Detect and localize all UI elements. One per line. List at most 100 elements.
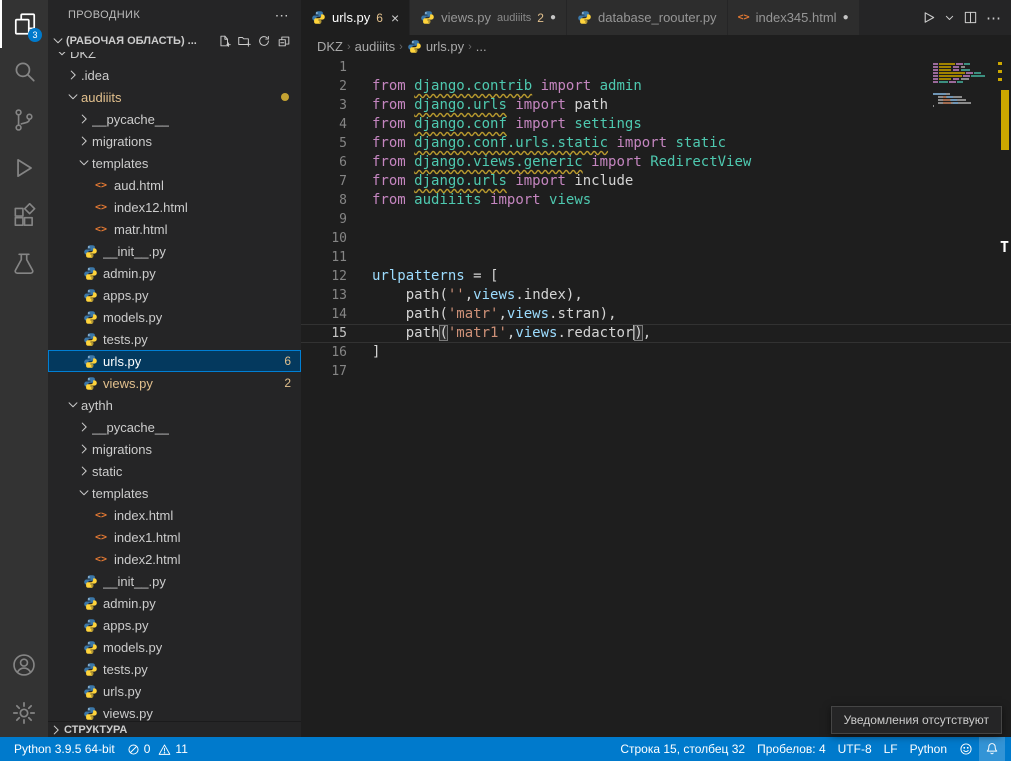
tree-item-models-py[interactable]: models.py (48, 306, 301, 328)
feedback-icon[interactable] (953, 737, 979, 761)
code-line[interactable]: 17 (301, 362, 1011, 381)
tree-item-apps-py[interactable]: apps.py (48, 614, 301, 636)
account-icon[interactable] (0, 641, 48, 689)
source-control-icon[interactable] (0, 96, 48, 144)
tree-item-models-py[interactable]: models.py (48, 636, 301, 658)
collapse-all-icon[interactable] (277, 34, 291, 48)
status-language[interactable]: Python (904, 737, 953, 761)
code-line[interactable]: 1 (301, 58, 1011, 77)
more-actions-icon[interactable]: ⋯ (986, 9, 1001, 27)
tree-item-urls-py[interactable]: urls.py6 (48, 350, 301, 372)
code-line[interactable]: 3from django.urls import path (301, 96, 1011, 115)
line-number[interactable]: 9 (301, 210, 347, 229)
tree-item-templates[interactable]: templates (48, 482, 301, 504)
code-line[interactable]: 8from audiiits import views (301, 191, 1011, 210)
line-number[interactable]: 4 (301, 115, 347, 134)
settings-icon[interactable] (0, 689, 48, 737)
line-number[interactable]: 15 (301, 324, 347, 343)
code-line[interactable]: 14 path('matr',views.stran), (301, 305, 1011, 324)
code-line[interactable]: 4from django.conf import settings (301, 115, 1011, 134)
tree-item-views-py[interactable]: views.py (48, 702, 301, 721)
line-number[interactable]: 10 (301, 229, 347, 248)
status-cursor-position[interactable]: Строка 15, столбец 32 (614, 737, 751, 761)
line-number[interactable]: 1 (301, 58, 347, 77)
status-indentation[interactable]: Пробелов: 4 (751, 737, 832, 761)
code-line[interactable]: 15 path('matr1',views.redactor), (301, 324, 1011, 343)
new-folder-icon[interactable] (237, 34, 251, 48)
tree-item-dkz[interactable]: DKZ (48, 52, 301, 64)
line-number[interactable]: 2 (301, 77, 347, 96)
minimap[interactable] (933, 60, 995, 111)
close-icon[interactable]: × (391, 10, 399, 26)
tree-item-migrations[interactable]: migrations (48, 130, 301, 152)
search-icon[interactable] (0, 48, 48, 96)
testing-icon[interactable] (0, 240, 48, 288)
line-number[interactable]: 5 (301, 134, 347, 153)
tree-item-idea[interactable]: .idea (48, 64, 301, 86)
status-encoding[interactable]: UTF-8 (832, 737, 878, 761)
line-number[interactable]: 17 (301, 362, 347, 381)
status-eol[interactable]: LF (878, 737, 904, 761)
tree-item-audiiits[interactable]: audiiits (48, 86, 301, 108)
tree-item-tests-py[interactable]: tests.py (48, 328, 301, 350)
code-editor[interactable]: 12from django.contrib import admin3from … (301, 58, 1011, 737)
run-debug-icon[interactable] (0, 144, 48, 192)
tree-item-pycache[interactable]: __pycache__ (48, 416, 301, 438)
breadcrumb-item-urls-py[interactable]: urls.py (407, 39, 464, 54)
tree-item-tests-py[interactable]: tests.py (48, 658, 301, 680)
tree-item-migrations[interactable]: migrations (48, 438, 301, 460)
tree-item-init-py[interactable]: __init__.py (48, 240, 301, 262)
tree-item-matr-html[interactable]: <>matr.html (48, 218, 301, 240)
new-file-icon[interactable] (217, 34, 231, 48)
code-line[interactable]: 12urlpatterns = [ (301, 267, 1011, 286)
dirty-indicator[interactable]: ● (843, 12, 849, 23)
tab-index345-html[interactable]: <>index345.html● (728, 0, 860, 35)
tree-item-apps-py[interactable]: apps.py (48, 284, 301, 306)
refresh-icon[interactable] (257, 34, 271, 48)
tree-item-index-html[interactable]: <>index.html (48, 504, 301, 526)
line-number[interactable]: 11 (301, 248, 347, 267)
breadcrumb-item-audiiits[interactable]: audiiits (355, 39, 395, 54)
workspace-section-header[interactable]: (РАБОЧАЯ ОБЛАСТЬ) ... (48, 30, 301, 52)
code-line[interactable]: 6from django.views.generic import Redire… (301, 153, 1011, 172)
explorer-icon[interactable]: 3 (0, 0, 48, 48)
extensions-icon[interactable] (0, 192, 48, 240)
run-button[interactable] (921, 10, 936, 25)
tree-item-views-py[interactable]: views.py2 (48, 372, 301, 394)
status-python-version[interactable]: Python 3.9.5 64-bit (8, 737, 121, 761)
views-actions-icon[interactable]: ⋯ (275, 7, 289, 24)
line-number[interactable]: 14 (301, 305, 347, 324)
line-number[interactable]: 12 (301, 267, 347, 286)
tree-item-pycache[interactable]: __pycache__ (48, 108, 301, 130)
line-number[interactable]: 8 (301, 191, 347, 210)
code-line[interactable]: 13 path('',views.index), (301, 286, 1011, 305)
line-number[interactable]: 3 (301, 96, 347, 115)
overview-ruler[interactable] (997, 58, 1011, 737)
tree-item-admin-py[interactable]: admin.py (48, 592, 301, 614)
code-line[interactable]: 11 (301, 248, 1011, 267)
outline-section-header[interactable]: СТРУКТУРА (48, 721, 301, 737)
tab-urls-py[interactable]: urls.py6× (301, 0, 410, 35)
line-number[interactable]: 6 (301, 153, 347, 172)
breadcrumb-item-[interactable]: ... (476, 39, 487, 54)
code-line[interactable]: 10 (301, 229, 1011, 248)
tree-item-init-py[interactable]: __init__.py (48, 570, 301, 592)
code-line[interactable]: 5from django.conf.urls.static import sta… (301, 134, 1011, 153)
tree-item-index1-html[interactable]: <>index1.html (48, 526, 301, 548)
dirty-indicator[interactable]: ● (550, 12, 556, 23)
notifications-bell-icon[interactable] (979, 737, 1005, 761)
split-editor-icon[interactable] (963, 10, 978, 25)
line-number[interactable]: 7 (301, 172, 347, 191)
tree-item-index12-html[interactable]: <>index12.html (48, 196, 301, 218)
tree-item-admin-py[interactable]: admin.py (48, 262, 301, 284)
tree-item-urls-py[interactable]: urls.py (48, 680, 301, 702)
tab-database-roouter-py[interactable]: database_roouter.py (567, 0, 728, 35)
tree-item-templates[interactable]: templates (48, 152, 301, 174)
code-line[interactable]: 9 (301, 210, 1011, 229)
status-problems[interactable]: 011 (121, 737, 194, 761)
line-number[interactable]: 13 (301, 286, 347, 305)
breadcrumb-item-dkz[interactable]: DKZ (317, 39, 343, 54)
code-line[interactable]: 16] (301, 343, 1011, 362)
tree-item-aud-html[interactable]: <>aud.html (48, 174, 301, 196)
tab-views-py[interactable]: views.pyaudiiits2● (410, 0, 567, 35)
